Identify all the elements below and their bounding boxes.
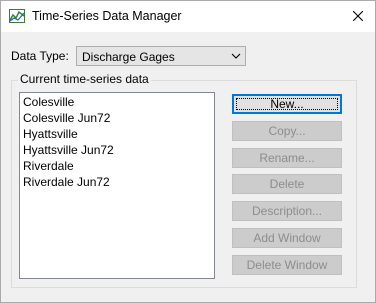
delete-button[interactable]: Delete: [232, 174, 342, 194]
list-item[interactable]: Colesville Jun72: [23, 110, 110, 126]
list-item[interactable]: Riverdale: [23, 158, 74, 174]
description-button-label: Description...: [251, 204, 323, 218]
delete-window-button[interactable]: Delete Window: [232, 255, 342, 275]
new-button[interactable]: New...: [232, 94, 342, 114]
window-title: Time-Series Data Manager: [32, 9, 182, 23]
description-button[interactable]: Description...: [232, 201, 342, 221]
list-item[interactable]: Riverdale Jun72: [23, 174, 110, 190]
title-bar[interactable]: Time-Series Data Manager: [1, 1, 375, 32]
dialog-window: Time-Series Data Manager Data Type: Disc…: [0, 0, 376, 303]
chevron-down-icon: [231, 53, 241, 59]
chart-icon: [9, 9, 25, 23]
close-icon: [353, 11, 363, 21]
rename-button-label: Rename...: [259, 151, 315, 165]
close-button[interactable]: [341, 1, 375, 31]
delete-window-button-label: Delete Window: [246, 258, 328, 272]
list-item[interactable]: Colesville: [23, 94, 74, 110]
add-window-button-label: Add Window: [253, 231, 321, 245]
copy-button[interactable]: Copy...: [232, 121, 342, 141]
group-title: Current time-series data: [18, 72, 151, 86]
data-type-label: Data Type:: [11, 49, 69, 63]
list-item[interactable]: Hyattsville Jun72: [23, 142, 114, 158]
copy-button-label: Copy...: [268, 124, 306, 138]
time-series-list[interactable]: Colesville Colesville Jun72 Hyattsville …: [19, 92, 215, 279]
list-item[interactable]: Hyattsville: [23, 126, 78, 142]
add-window-button[interactable]: Add Window: [232, 228, 342, 248]
rename-button[interactable]: Rename...: [232, 148, 342, 168]
delete-button-label: Delete: [269, 177, 305, 191]
data-type-select[interactable]: Discharge Gages: [76, 46, 246, 66]
data-type-value: Discharge Gages: [82, 50, 175, 64]
